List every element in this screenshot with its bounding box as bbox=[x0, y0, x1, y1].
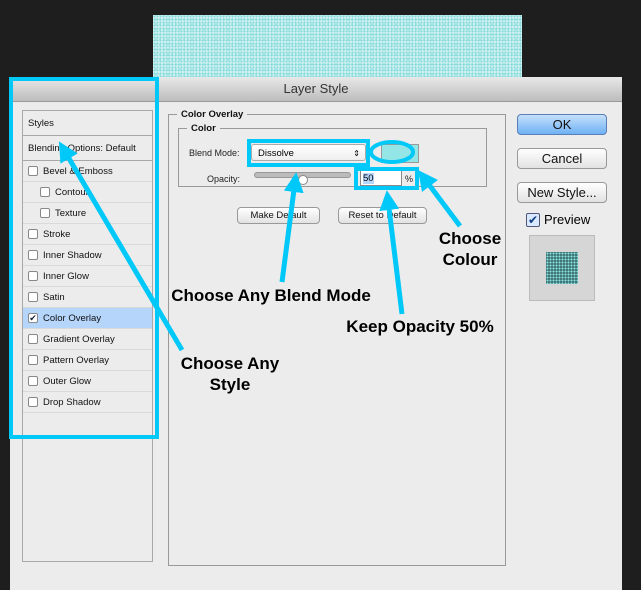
highlight-styles-box bbox=[9, 77, 159, 439]
highlight-opacity-box bbox=[354, 167, 419, 190]
annotation-choose-colour: Choose Colour bbox=[438, 229, 502, 269]
annotation-keep-opacity: Keep Opacity 50% bbox=[346, 317, 494, 336]
highlight-blend-box bbox=[247, 139, 370, 167]
annotation-choose-style: Choose Any Style bbox=[180, 354, 280, 394]
arrow-blend bbox=[279, 172, 304, 283]
arrow-colour bbox=[418, 170, 462, 228]
arrow-style bbox=[58, 141, 185, 352]
arrow-opacity bbox=[379, 190, 405, 315]
highlight-swatch-ellipse bbox=[369, 140, 415, 164]
annotation-choose-blend: Choose Any Blend Mode bbox=[171, 286, 371, 305]
